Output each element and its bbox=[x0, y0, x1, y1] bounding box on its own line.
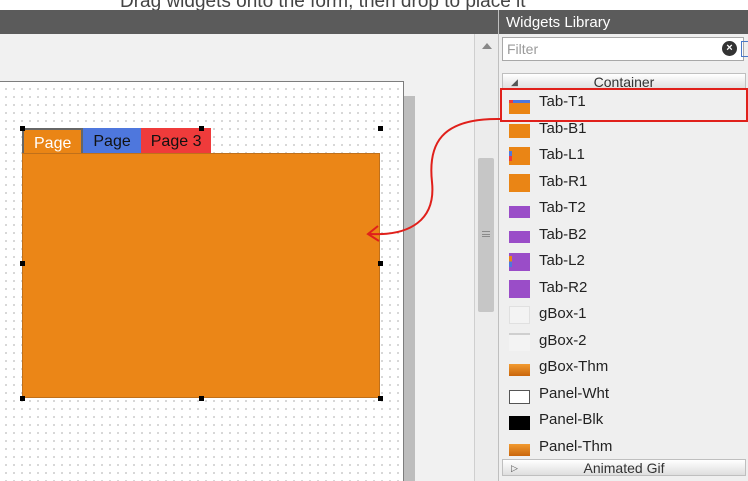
widget-item-tab-t1[interactable]: Tab-T1 bbox=[502, 90, 746, 117]
tab-l2-icon bbox=[509, 253, 530, 271]
resize-handle-right[interactable] bbox=[378, 261, 383, 266]
gbox-thm-icon bbox=[509, 364, 530, 376]
widget-item-label: Tab-B2 bbox=[539, 225, 587, 243]
filter-input[interactable] bbox=[507, 40, 707, 58]
widget-item-label: Tab-T1 bbox=[539, 93, 586, 110]
widgets-library-panel: Widgets Library × ◢ Container Tab-T1 Tab… bbox=[498, 10, 748, 481]
resize-handle-top[interactable] bbox=[199, 126, 204, 131]
tab-t2-icon bbox=[509, 206, 530, 218]
tab-page-body[interactable] bbox=[22, 153, 380, 398]
widget-item-label: gBox-Thm bbox=[539, 358, 609, 375]
widget-item-tab-r2[interactable]: Tab-R2 bbox=[502, 276, 746, 303]
widget-item-panel-blk[interactable]: Panel-Blk bbox=[502, 408, 746, 435]
scroll-up-arrow-icon[interactable] bbox=[482, 43, 492, 49]
panel-wht-icon bbox=[509, 389, 530, 404]
filter-box: × bbox=[502, 37, 748, 61]
widget-item-panel-thm[interactable]: Panel-Thm bbox=[502, 435, 746, 462]
widget-item-label: Panel-Wht bbox=[539, 384, 610, 402]
widget-item-label: Tab-L2 bbox=[539, 252, 585, 269]
resize-handle-top-left[interactable] bbox=[20, 126, 25, 131]
scroll-grip-icon bbox=[482, 231, 490, 237]
category-animated-gif-label: Animated Gif bbox=[583, 460, 665, 476]
gbox-2-icon bbox=[509, 332, 530, 351]
resize-handle-left[interactable] bbox=[20, 261, 25, 266]
tab-page-3[interactable]: Page 3 bbox=[140, 128, 212, 154]
tab-b2-icon bbox=[509, 230, 530, 243]
widget-item-label: gBox-1 bbox=[539, 305, 587, 322]
widget-item-tab-b2[interactable]: Tab-B2 bbox=[502, 223, 746, 250]
view-mode-icon[interactable] bbox=[741, 41, 748, 57]
top-caption: Drag widgets onto the form, then drop to… bbox=[0, 0, 748, 10]
widget-item-label: gBox-2 bbox=[539, 331, 587, 349]
widget-item-tab-l2[interactable]: Tab-L2 bbox=[502, 249, 746, 276]
widget-item-tab-b1[interactable]: Tab-B1 bbox=[502, 117, 746, 144]
collapsed-triangle-icon: ▷ bbox=[511, 463, 518, 473]
widget-item-gbox-1[interactable]: gBox-1 bbox=[502, 302, 746, 329]
widget-item-panel-wht[interactable]: Panel-Wht bbox=[502, 382, 746, 409]
category-container[interactable]: ◢ Container bbox=[502, 73, 746, 90]
widget-item-label: Panel-Blk bbox=[539, 411, 604, 428]
resize-handle-bottom[interactable] bbox=[199, 396, 204, 401]
gbox-1-icon bbox=[509, 306, 530, 324]
tab-widget[interactable]: Page Page Page 3 bbox=[22, 128, 380, 398]
widget-list: Tab-T1 Tab-B1 Tab-L1 Tab-R1 Tab-T2 Tab-B… bbox=[502, 90, 746, 461]
tab-b1-icon bbox=[509, 123, 530, 138]
panel-blk-icon bbox=[509, 416, 530, 430]
tab-r2-icon bbox=[509, 279, 530, 298]
tab-strip: Page Page Page 3 bbox=[22, 128, 212, 154]
widget-item-tab-t2[interactable]: Tab-T2 bbox=[502, 196, 746, 223]
panel-thm-icon bbox=[509, 443, 530, 456]
tab-page-2[interactable]: Page bbox=[83, 128, 141, 154]
category-container-label: Container bbox=[593, 74, 655, 90]
form-shadow bbox=[404, 96, 415, 481]
resize-handle-top-right[interactable] bbox=[378, 126, 383, 131]
resize-handle-bottom-right[interactable] bbox=[378, 396, 383, 401]
tab-page-1[interactable]: Page bbox=[22, 128, 84, 154]
expanded-triangle-icon: ◢ bbox=[511, 77, 518, 87]
widget-item-label: Tab-R1 bbox=[539, 172, 588, 190]
clear-filter-icon[interactable]: × bbox=[722, 41, 737, 56]
widget-item-tab-r1[interactable]: Tab-R1 bbox=[502, 170, 746, 197]
scroll-thumb[interactable] bbox=[478, 158, 494, 312]
canvas-titlebar bbox=[0, 10, 498, 34]
top-caption-text: Drag widgets onto the form, then drop to… bbox=[120, 0, 526, 10]
tab-t1-icon bbox=[509, 100, 530, 114]
widget-item-label: Tab-L1 bbox=[539, 146, 585, 163]
tab-l1-icon bbox=[509, 147, 530, 165]
widget-item-gbox-2[interactable]: gBox-2 bbox=[502, 329, 746, 356]
canvas-vertical-scrollbar[interactable] bbox=[474, 34, 498, 481]
widget-item-gbox-thm[interactable]: gBox-Thm bbox=[502, 355, 746, 382]
widgets-library-title: Widgets Library bbox=[499, 10, 748, 34]
widget-item-label: Tab-R2 bbox=[539, 278, 588, 296]
widget-item-tab-l1[interactable]: Tab-L1 bbox=[502, 143, 746, 170]
widget-item-label: Panel-Thm bbox=[539, 437, 613, 455]
tab-r1-icon bbox=[509, 173, 530, 192]
widget-item-label: Tab-T2 bbox=[539, 199, 586, 216]
resize-handle-bottom-left[interactable] bbox=[20, 396, 25, 401]
category-animated-gif[interactable]: ▷ Animated Gif bbox=[502, 459, 746, 476]
widget-item-label: Tab-B1 bbox=[539, 119, 587, 137]
